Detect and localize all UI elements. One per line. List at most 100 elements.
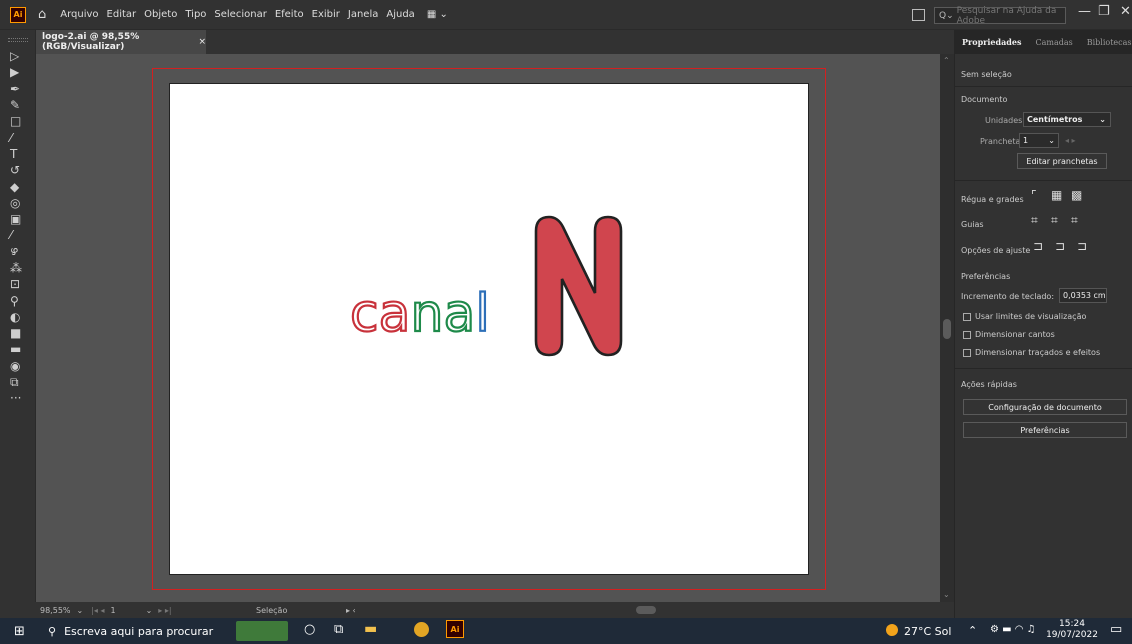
weather-text[interactable]: 27°C Sol bbox=[904, 625, 951, 638]
edit-artboards-button[interactable]: Editar pranchetas bbox=[1017, 153, 1107, 169]
minimize-icon[interactable]: — bbox=[1078, 4, 1091, 19]
eraser-tool-icon[interactable]: ◆ bbox=[0, 178, 36, 194]
snap-pixel-icon[interactable]: ⊐ bbox=[1055, 239, 1065, 253]
menu-tipo[interactable]: Tipo bbox=[185, 9, 206, 20]
draw-mode-icon[interactable]: ◉ bbox=[0, 358, 36, 374]
tab-bibliotecas[interactable]: Bibliotecas bbox=[1080, 38, 1132, 47]
properties-panel: Propriedades Camadas Bibliotecas Sem sel… bbox=[954, 30, 1132, 618]
artboard-number[interactable]: 1 bbox=[111, 606, 116, 615]
search-icon: Q⌄ bbox=[939, 10, 954, 21]
scroll-down-icon[interactable]: ⌄ bbox=[943, 590, 950, 599]
canvas-area[interactable]: canal N bbox=[36, 54, 940, 602]
scale-strokes-checkbox[interactable] bbox=[963, 349, 971, 357]
eyedropper-tool-icon[interactable]: ⁄ bbox=[0, 227, 36, 243]
document-tab[interactable]: logo-2.ai @ 98,55% (RGB/Visualizar) × bbox=[36, 30, 206, 54]
close-window-icon[interactable]: ✕ bbox=[1120, 4, 1131, 19]
units-select[interactable]: Centímetros ⌄ bbox=[1023, 112, 1111, 127]
tray-icons[interactable]: ⚙ ▬ ◠ ♫ bbox=[990, 624, 1036, 635]
menu-objeto[interactable]: Objeto bbox=[144, 9, 177, 20]
menu-exibir[interactable]: Exibir bbox=[312, 9, 340, 20]
menu-editar[interactable]: Editar bbox=[107, 9, 137, 20]
type-tool-icon[interactable]: T bbox=[0, 146, 36, 162]
smart-guides-icon[interactable]: ⌗ bbox=[1071, 213, 1078, 228]
workspace-switcher-icon[interactable]: ▦ ⌄ bbox=[427, 9, 448, 20]
selection-tool-icon[interactable]: ▷ bbox=[0, 48, 36, 64]
rectangle-tool-icon[interactable]: □ bbox=[0, 113, 36, 129]
swap-colors-icon[interactable]: ◐ bbox=[0, 309, 36, 325]
home-icon[interactable]: ⌂ bbox=[38, 7, 46, 22]
artboard[interactable]: canal N bbox=[170, 84, 808, 574]
illustrator-taskbar-icon[interactable]: Ai bbox=[446, 620, 464, 638]
menu-arquivo[interactable]: Arquivo bbox=[60, 9, 98, 20]
search-highlight-image[interactable] bbox=[236, 621, 288, 641]
close-tab-icon[interactable]: × bbox=[198, 37, 206, 47]
lock-guides-icon[interactable]: ⌗ bbox=[1051, 213, 1058, 228]
menu-ajuda[interactable]: Ajuda bbox=[386, 9, 414, 20]
artboard-select[interactable]: 1 ⌄ bbox=[1019, 133, 1059, 148]
direct-selection-tool-icon[interactable]: ▶ bbox=[0, 64, 36, 80]
canal-n-logo[interactable]: canal N bbox=[350, 211, 630, 361]
task-view-circle-icon[interactable]: ○ bbox=[304, 622, 315, 637]
panel-layout-icon[interactable] bbox=[912, 9, 925, 21]
transparency-grid-icon[interactable]: ▩ bbox=[1071, 188, 1082, 202]
notifications-icon[interactable]: ▭ bbox=[1110, 622, 1122, 637]
show-guides-icon[interactable]: ⌗ bbox=[1031, 213, 1038, 228]
vertical-scrollbar[interactable]: ⌃ ⌄ bbox=[940, 54, 954, 602]
weather-sun-icon[interactable] bbox=[886, 624, 898, 636]
tab-camadas[interactable]: Camadas bbox=[1028, 38, 1079, 47]
menu-efeito[interactable]: Efeito bbox=[275, 9, 304, 20]
tray-chevron-icon[interactable]: ⌃ bbox=[968, 624, 977, 637]
toolbar-grip[interactable] bbox=[7, 38, 28, 42]
more-tools-icon[interactable]: ··· bbox=[0, 390, 36, 406]
taskbar-search[interactable]: ⚲ Escreva aqui para procurar bbox=[40, 618, 226, 644]
snap-glyph-icon[interactable]: ⊐ bbox=[1077, 239, 1087, 253]
preferences-button[interactable]: Preferências bbox=[963, 422, 1127, 438]
restore-icon[interactable]: ❐ bbox=[1098, 4, 1110, 19]
grid-icon[interactable]: ▦ bbox=[1051, 188, 1062, 202]
zoom-level[interactable]: 98,55% bbox=[40, 606, 71, 615]
status-menu-icon[interactable]: ▸ ‹ bbox=[346, 606, 356, 615]
symbol-sprayer-tool-icon[interactable]: ⁂ bbox=[0, 260, 36, 276]
gradient-tool-icon[interactable]: ▣ bbox=[0, 211, 36, 227]
units-value: Centímetros bbox=[1027, 115, 1083, 124]
file-explorer-icon[interactable]: ▬ bbox=[364, 621, 377, 637]
snap-point-icon[interactable]: ⊐ bbox=[1033, 239, 1043, 253]
keyboard-increment-input[interactable]: 0,0353 cm bbox=[1059, 288, 1107, 303]
artboard-nav-icon[interactable]: ◂ ▸ bbox=[1065, 136, 1076, 145]
horizontal-scroll-thumb[interactable] bbox=[636, 606, 656, 614]
tab-propriedades[interactable]: Propriedades bbox=[955, 37, 1028, 47]
help-search-input[interactable]: Q⌄ Pesquisar na Ajuda da Adobe bbox=[934, 6, 1066, 26]
clock-date[interactable]: 19/07/2022 bbox=[1046, 630, 1098, 640]
scale-corners-checkbox[interactable] bbox=[963, 331, 971, 339]
artboard-dropdown-icon[interactable]: ⌄ bbox=[146, 606, 153, 615]
zoom-dropdown-icon[interactable]: ⌄ bbox=[77, 606, 84, 615]
clock-time[interactable]: 15:24 bbox=[1050, 619, 1094, 629]
shape-builder-tool-icon[interactable]: ◎ bbox=[0, 195, 36, 211]
screen-mode-icon[interactable]: ⧉ bbox=[0, 374, 36, 390]
menu-selecionar[interactable]: Selecionar bbox=[214, 9, 266, 20]
paintbrush-tool-icon[interactable]: ⁄ bbox=[0, 129, 36, 145]
rotate-tool-icon[interactable]: ↺ bbox=[0, 162, 36, 178]
first-artboard-icon[interactable]: |◂ ◂ bbox=[91, 606, 104, 615]
blend-tool-icon[interactable]: ഴ bbox=[0, 244, 36, 260]
ruler-icon[interactable]: ⌜ bbox=[1031, 188, 1037, 202]
zoom-tool-icon[interactable]: ⚲ bbox=[0, 292, 36, 308]
fill-stroke-icon[interactable]: ■ bbox=[0, 325, 36, 341]
divider bbox=[955, 180, 1132, 181]
windows-start-icon[interactable]: ⊞ bbox=[14, 624, 25, 639]
illustrator-logo: Ai bbox=[10, 6, 26, 23]
use-preview-bounds-checkbox[interactable] bbox=[963, 313, 971, 321]
rulers-grids-label: Régua e grades bbox=[961, 195, 1024, 204]
vertical-scroll-thumb[interactable] bbox=[943, 319, 951, 339]
last-artboard-icon[interactable]: ▸ ▸| bbox=[158, 606, 171, 615]
document-setup-button[interactable]: Configuração de documento bbox=[963, 399, 1127, 415]
artboard-tool-icon[interactable]: ⊡ bbox=[0, 276, 36, 292]
menu-janela[interactable]: Janela bbox=[348, 9, 378, 20]
curvature-tool-icon[interactable]: ✎ bbox=[0, 97, 36, 113]
chrome-icon[interactable] bbox=[414, 622, 429, 637]
scroll-up-icon[interactable]: ⌃ bbox=[943, 56, 950, 65]
pen-tool-icon[interactable]: ✒ bbox=[0, 81, 36, 97]
color-mode-icon[interactable]: ▬ bbox=[0, 341, 36, 357]
logo-letter-n: n bbox=[410, 284, 443, 344]
task-view-icon[interactable]: ⧉ bbox=[334, 622, 343, 637]
